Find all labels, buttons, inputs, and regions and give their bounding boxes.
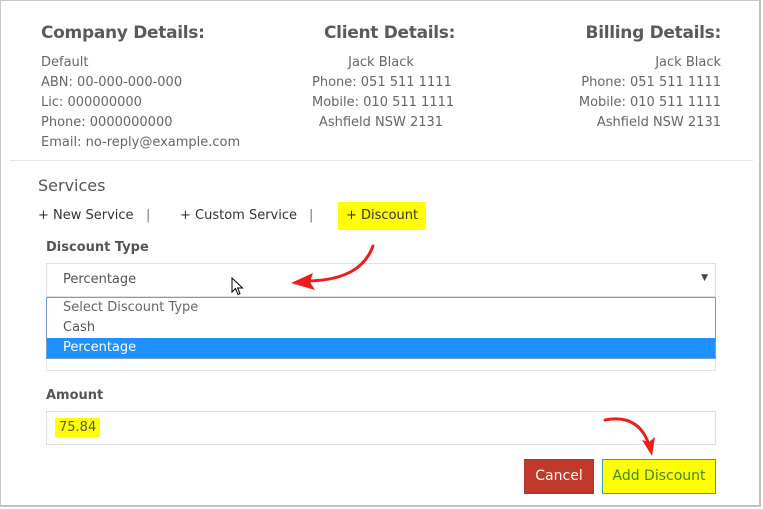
caret-down-icon: ▼ bbox=[701, 273, 708, 283]
mouse-cursor-icon bbox=[231, 277, 244, 296]
billing-address: Ashfield NSW 2131 bbox=[596, 115, 721, 130]
company-email: Email: no-reply@example.com bbox=[41, 135, 241, 150]
discount-type-select[interactable]: Percentage ▼ bbox=[46, 263, 716, 297]
billing-phone: Phone: 051 511 1111 bbox=[581, 75, 721, 90]
billing-details: Jack Black Phone: 051 511 1111 Mobile: 0… bbox=[579, 53, 721, 133]
company-details-title: Company Details: bbox=[41, 23, 205, 43]
option-select-discount-type[interactable]: Select Discount Type bbox=[47, 298, 715, 318]
company-name: Default bbox=[41, 55, 89, 70]
new-service-link[interactable]: + New Service bbox=[38, 206, 134, 226]
company-details: Default ABN: 00-000-000-000 Lic: 0000000… bbox=[41, 53, 240, 153]
client-address: Ashfield NSW 2131 bbox=[318, 115, 444, 130]
link-separator: | bbox=[146, 208, 151, 223]
client-phone: Phone: 051 511 1111 bbox=[312, 75, 452, 90]
option-cash[interactable]: Cash bbox=[47, 318, 715, 338]
company-phone: Phone: 0000000000 bbox=[41, 115, 173, 130]
cancel-button[interactable]: Cancel bbox=[524, 459, 594, 494]
billing-details-title: Billing Details: bbox=[585, 23, 722, 43]
section-divider bbox=[10, 160, 753, 161]
discount-link[interactable]: + Discount bbox=[338, 202, 427, 230]
discount-type-value: Percentage bbox=[63, 272, 137, 287]
company-abn: ABN: 00-000-000-000 bbox=[41, 75, 183, 90]
client-details-title: Client Details: bbox=[324, 23, 456, 43]
company-licence: Lic: 000000000 bbox=[41, 95, 142, 110]
amount-input[interactable]: 75.84 bbox=[46, 411, 716, 445]
amount-label: Amount bbox=[46, 388, 104, 403]
add-discount-button[interactable]: Add Discount bbox=[602, 459, 716, 494]
amount-value: 75.84 bbox=[55, 418, 101, 437]
client-details: Jack Black Phone: 051 511 1111 Mobile: 0… bbox=[312, 53, 455, 133]
custom-service-link[interactable]: + Custom Service bbox=[180, 206, 297, 226]
discount-type-dropdown[interactable]: Select Discount Type Cash Percentage bbox=[46, 297, 716, 359]
services-title: Services bbox=[38, 176, 106, 195]
billing-mobile: Mobile: 010 511 1111 bbox=[578, 95, 721, 110]
option-percentage[interactable]: Percentage bbox=[47, 338, 715, 358]
link-separator: | bbox=[309, 208, 314, 223]
client-name: Jack Black bbox=[348, 55, 414, 70]
discount-type-label: Discount Type bbox=[46, 240, 149, 255]
billing-name: Jack Black bbox=[655, 55, 721, 70]
client-mobile: Mobile: 010 511 1111 bbox=[312, 95, 455, 110]
